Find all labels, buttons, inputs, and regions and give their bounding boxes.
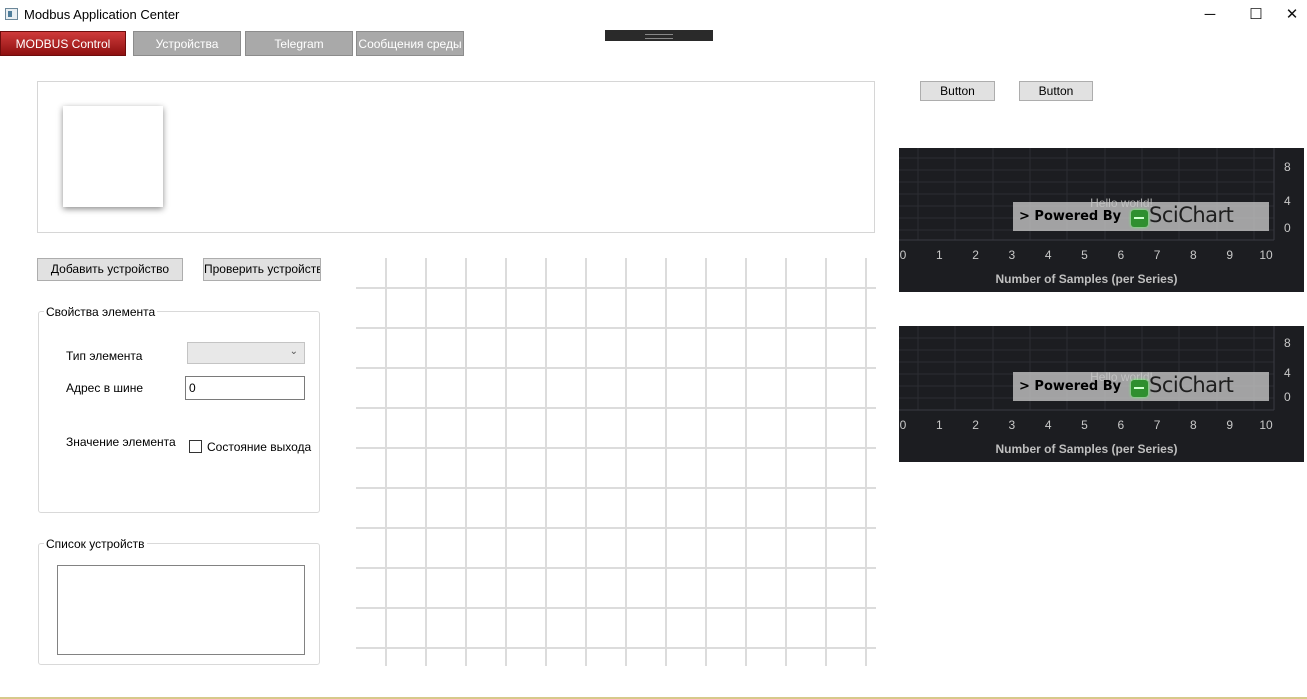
chart-2-watermark: > Powered By SciChart [1013, 372, 1269, 401]
tab-telegram[interactable]: Telegram [245, 31, 353, 56]
chart-2-y-tick: 0 [1284, 390, 1291, 404]
chart-1-brand: SciChart [1149, 203, 1234, 227]
chevron-down-icon: ⌄ [289, 346, 298, 357]
chart-1-x-tick: 10 [1259, 248, 1273, 262]
app-icon [5, 8, 18, 20]
window-title: Modbus Application Center [24, 7, 180, 22]
chart-1-x-tick: 4 [1044, 248, 1052, 262]
chart-2-x-tick: 1 [935, 418, 943, 432]
chart-2-y-tick: 4 [1284, 366, 1291, 380]
check-device-button[interactable]: Проверить устройств [203, 258, 321, 281]
devices-list-title: Список устройств [44, 537, 147, 551]
chart-2-x-tick: 4 [1044, 418, 1052, 432]
bus-address-input[interactable] [185, 376, 305, 400]
grid-lines [356, 258, 876, 666]
tab-environment-messages[interactable]: Сообщения среды [356, 31, 464, 56]
chart-2-x-axis-title: Number of Samples (per Series) [995, 442, 1178, 456]
chart-2-x-tick: 0 [899, 418, 907, 432]
element-type-label: Тип элемента [66, 349, 143, 363]
drag-handle[interactable] [605, 30, 713, 41]
close-button[interactable]: ✕ [1277, 0, 1307, 29]
scichart-surface-2[interactable]: Hello world! > Powered By SciChart 01234… [899, 326, 1304, 462]
chart-1-x-tick: 2 [972, 248, 979, 262]
chart-1-x-tick: 6 [1117, 248, 1125, 262]
chart-1-y-tick: 0 [1284, 221, 1291, 235]
chart-2-x-tick: 8 [1190, 418, 1197, 432]
chart-1-x-tick: 8 [1190, 248, 1197, 262]
element-value-label: Значение элемента [66, 435, 176, 449]
chart-2-y-tick: 8 [1284, 336, 1291, 350]
devices-listbox[interactable] [57, 565, 305, 655]
chart-2-powered-by: > Powered By [1019, 379, 1122, 394]
chart-1-x-tick: 1 [935, 248, 943, 262]
scichart-logo-icon [1131, 210, 1148, 227]
chart-2-x-tick: 10 [1259, 418, 1273, 432]
output-state-checkbox[interactable] [189, 440, 202, 453]
minimize-button[interactable]: ─ [1187, 0, 1233, 29]
chart-2-x-tick: 5 [1081, 418, 1088, 432]
tab-devices[interactable]: Устройства [133, 31, 241, 56]
chart-1-x-tick: 9 [1226, 248, 1234, 262]
output-state-label: Состояние выхода [207, 440, 312, 454]
tab-modbus-control[interactable]: MODBUS Control [0, 31, 126, 56]
button-1[interactable]: Button [920, 81, 995, 101]
chart-1-x-tick: 3 [1008, 248, 1016, 262]
chart-1-powered-by: > Powered By [1019, 209, 1122, 224]
chart-2-x-tick: 9 [1226, 418, 1234, 432]
chart-2-x-tick: 2 [972, 418, 979, 432]
scichart-surface-1[interactable]: Hello world! > Powered By SciChart 01234… [899, 148, 1304, 292]
scichart-logo-icon [1131, 380, 1148, 397]
chart-1-y-tick: 4 [1284, 194, 1291, 208]
layout-grid[interactable] [356, 258, 876, 666]
chart-1-x-tick: 5 [1081, 248, 1088, 262]
chart-1-x-tick: 0 [899, 248, 907, 262]
add-device-button[interactable]: Добавить устройство [37, 258, 183, 281]
chart-1-x-tick: 7 [1153, 248, 1161, 262]
chart-2-x-tick: 7 [1153, 418, 1161, 432]
device-tile[interactable] [63, 106, 163, 207]
chart-2-x-tick: 3 [1008, 418, 1016, 432]
bus-address-label: Адрес в шине [66, 381, 144, 395]
chart-1-x-axis-title: Number of Samples (per Series) [995, 272, 1178, 286]
title-bar [0, 0, 1307, 29]
element-properties-title: Свойства элемента [44, 305, 158, 319]
button-2[interactable]: Button [1019, 81, 1093, 101]
maximize-button[interactable]: ☐ [1233, 0, 1279, 29]
chart-2-x-tick: 6 [1117, 418, 1125, 432]
chart-1-watermark: > Powered By SciChart [1013, 202, 1269, 231]
chart-1-y-tick: 8 [1284, 160, 1291, 174]
element-type-select[interactable]: ⌄ [187, 342, 305, 364]
chart-2-brand: SciChart [1149, 373, 1234, 397]
